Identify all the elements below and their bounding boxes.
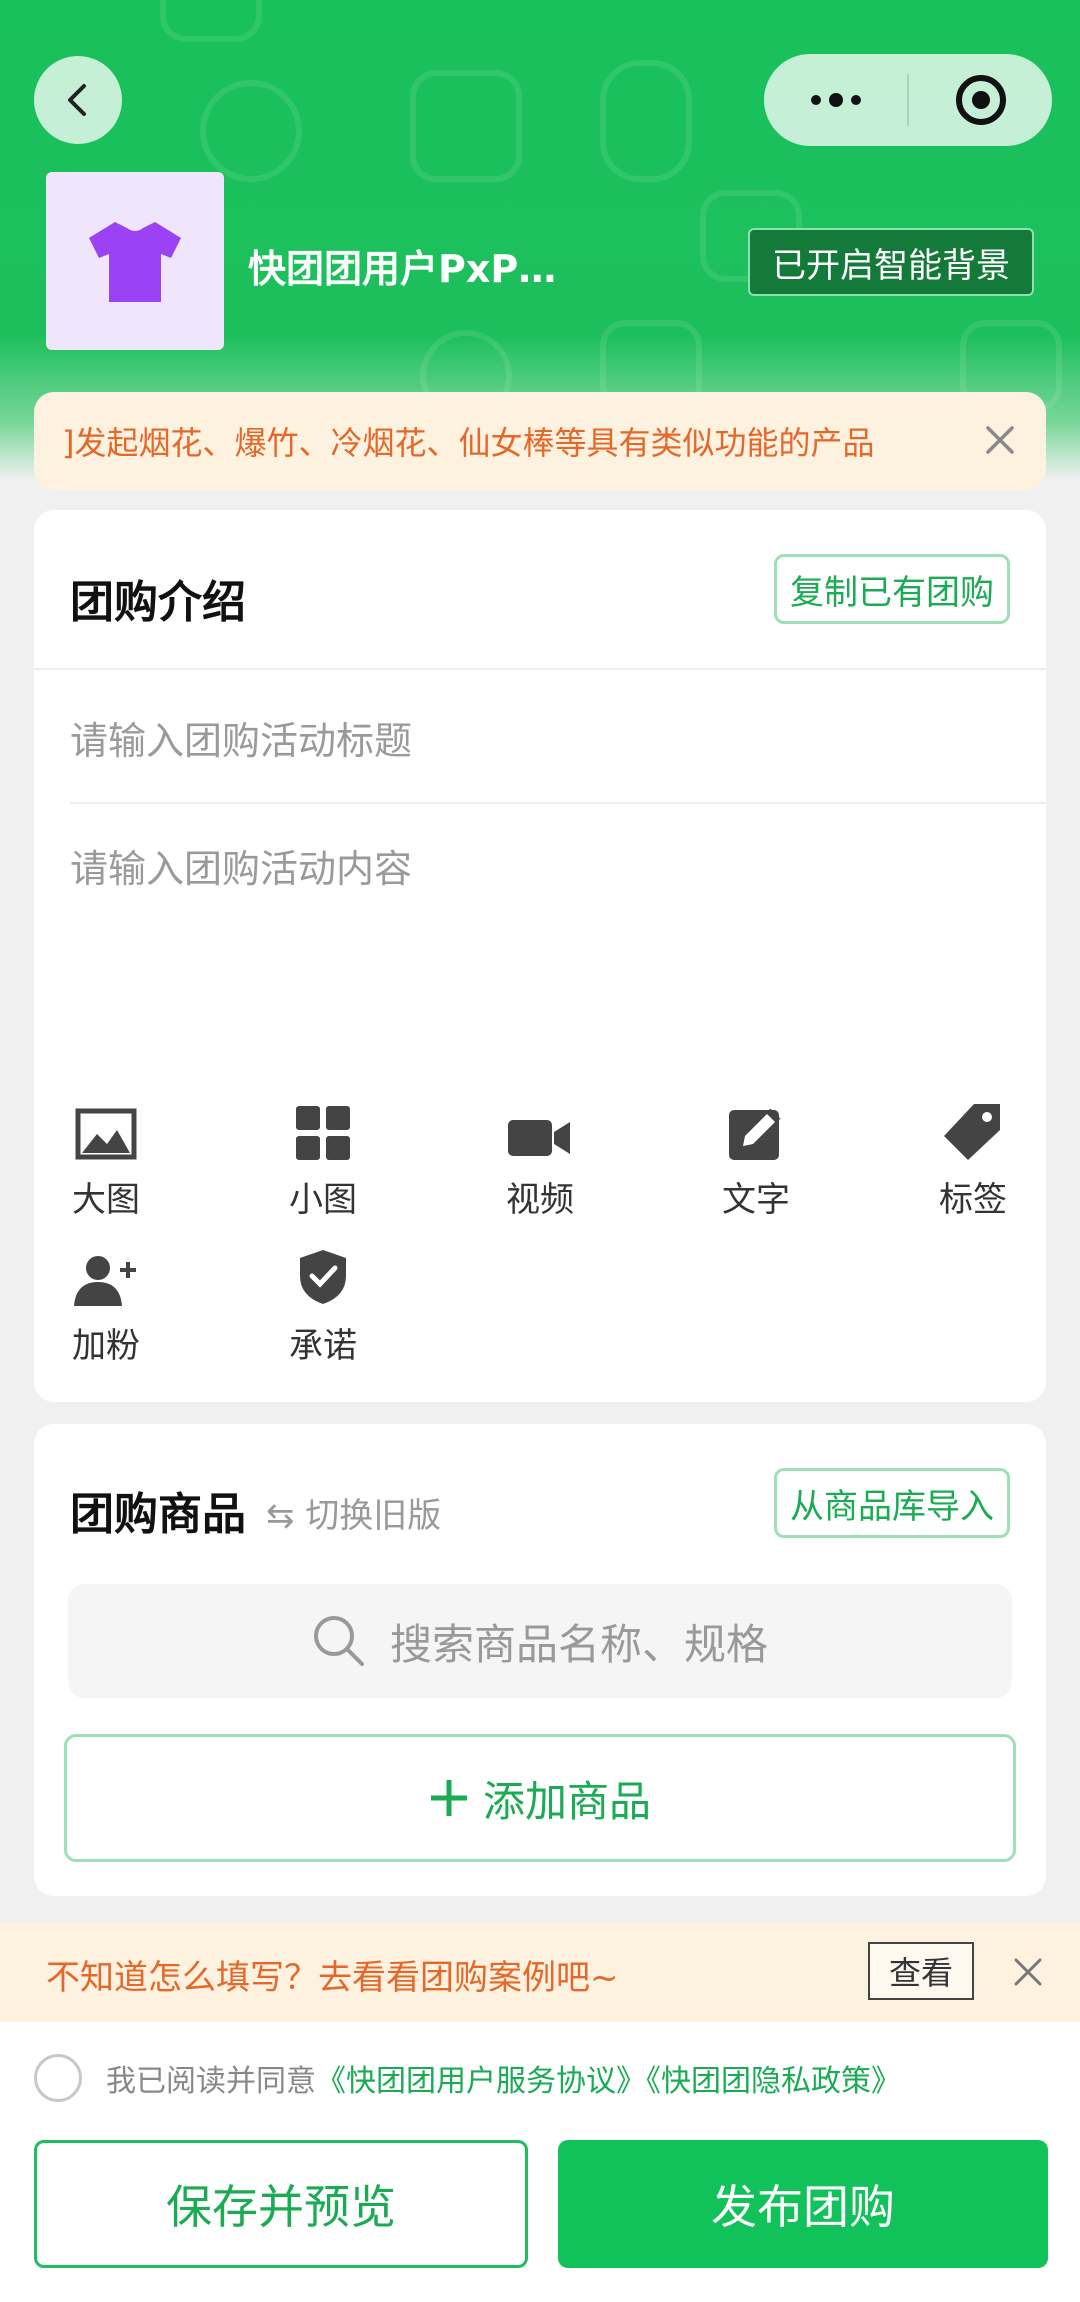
user-name: 快团团用户PxP… bbox=[248, 247, 557, 291]
intro-card: 团购介绍 复制已有团购 请输入团购活动标题 请输入团购活动内容 大图 小图 视频… bbox=[34, 510, 1046, 1402]
tip-text: 不知道怎么填写？去看看团购案例吧~ bbox=[46, 1958, 619, 1998]
tool-label: 文字 bbox=[722, 1180, 790, 1220]
search-icon bbox=[313, 1616, 364, 1666]
agree-text: 我已阅读并同意 bbox=[106, 2064, 316, 2099]
close-icon[interactable] bbox=[1010, 1954, 1046, 1990]
target-icon bbox=[955, 75, 1006, 125]
search-placeholder: 搜索商品名称、规格 bbox=[389, 1619, 768, 1669]
tool-add-follower[interactable]: 加粉 bbox=[36, 1242, 176, 1367]
title-input[interactable]: 请输入团购活动标题 bbox=[70, 710, 412, 765]
back-button[interactable] bbox=[34, 56, 122, 144]
add-goods-button[interactable]: 添加商品 bbox=[64, 1734, 1016, 1862]
add-goods-label: 添加商品 bbox=[482, 1776, 651, 1826]
smart-background-badge[interactable]: 已开启智能背景 bbox=[748, 228, 1034, 296]
edit-icon bbox=[729, 1108, 781, 1160]
decor-shape bbox=[600, 60, 692, 182]
decor-shape bbox=[160, 0, 262, 42]
more-button[interactable] bbox=[764, 54, 907, 146]
save-preview-button[interactable]: 保存并预览 bbox=[34, 2140, 528, 2268]
chevron-left-icon bbox=[68, 84, 86, 116]
tag-icon bbox=[944, 1104, 1000, 1160]
tool-label: 大图 bbox=[72, 1180, 140, 1220]
content-input[interactable]: 请输入团购活动内容 bbox=[70, 838, 412, 893]
publish-button[interactable]: 发布团购 bbox=[558, 2140, 1048, 2268]
switch-old-version[interactable]: ⇆ 切换旧版 bbox=[266, 1488, 441, 1537]
tool-large-image[interactable]: 大图 bbox=[36, 1096, 176, 1221]
tool-text[interactable]: 文字 bbox=[686, 1096, 826, 1221]
copy-existing-button[interactable]: 复制已有团购 bbox=[774, 554, 1010, 624]
tip-bar: 不知道怎么填写？去看看团购案例吧~ 查看 bbox=[0, 1922, 1080, 2022]
tool-label: 承诺 bbox=[289, 1326, 357, 1366]
tool-label: 小图 bbox=[289, 1180, 357, 1220]
close-miniprogram-button[interactable] bbox=[909, 54, 1052, 146]
agreement-row: 我已阅读并同意 《快团团用户服务协议》《快团团隐私政策》 bbox=[34, 2054, 901, 2102]
notice-bar: ]发起烟花、爆竹、冷烟花、仙女棒等具有类似功能的产品 bbox=[34, 392, 1046, 490]
tool-small-image[interactable]: 小图 bbox=[253, 1096, 393, 1221]
avatar[interactable] bbox=[46, 172, 224, 350]
tool-promise[interactable]: 承诺 bbox=[253, 1242, 393, 1367]
shield-check-icon bbox=[300, 1250, 346, 1304]
tool-label: 视频 bbox=[506, 1180, 574, 1220]
divider bbox=[34, 668, 1046, 670]
goods-title: 团购商品 bbox=[70, 1489, 246, 1540]
grid-icon bbox=[296, 1106, 350, 1160]
decor-shape bbox=[200, 80, 302, 182]
import-from-library-button[interactable]: 从商品库导入 bbox=[774, 1468, 1010, 1538]
mini-program-capsule bbox=[764, 54, 1052, 146]
agree-checkbox[interactable] bbox=[34, 2054, 82, 2102]
goods-card: 团购商品 ⇆ 切换旧版 从商品库导入 搜索商品名称、规格 添加商品 bbox=[34, 1424, 1046, 1896]
tshirt-icon bbox=[89, 222, 181, 302]
more-dots-icon bbox=[810, 93, 861, 107]
plus-icon bbox=[430, 1780, 467, 1816]
tool-label: 加粉 bbox=[72, 1326, 140, 1366]
video-icon bbox=[508, 1120, 570, 1156]
search-input[interactable]: 搜索商品名称、规格 bbox=[68, 1584, 1012, 1698]
add-follower-icon bbox=[74, 1256, 136, 1306]
notice-text: ]发起烟花、爆竹、冷烟花、仙女棒等具有类似功能的产品 bbox=[62, 424, 875, 462]
tool-video[interactable]: 视频 bbox=[470, 1096, 610, 1221]
bottom-bar: 我已阅读并同意 《快团团用户服务协议》《快团团隐私政策》 保存并预览 发布团购 bbox=[0, 2022, 1080, 2302]
view-cases-button[interactable]: 查看 bbox=[868, 1942, 974, 2000]
decor-shape bbox=[410, 70, 522, 182]
close-icon[interactable] bbox=[978, 418, 1022, 462]
tool-tag[interactable]: 标签 bbox=[903, 1096, 1043, 1221]
large-image-icon bbox=[75, 1108, 137, 1160]
divider bbox=[70, 802, 1046, 804]
intro-title: 团购介绍 bbox=[70, 577, 246, 628]
tool-label: 标签 bbox=[939, 1180, 1007, 1220]
agreement-links[interactable]: 《快团团用户服务协议》《快团团隐私政策》 bbox=[316, 2056, 901, 2100]
